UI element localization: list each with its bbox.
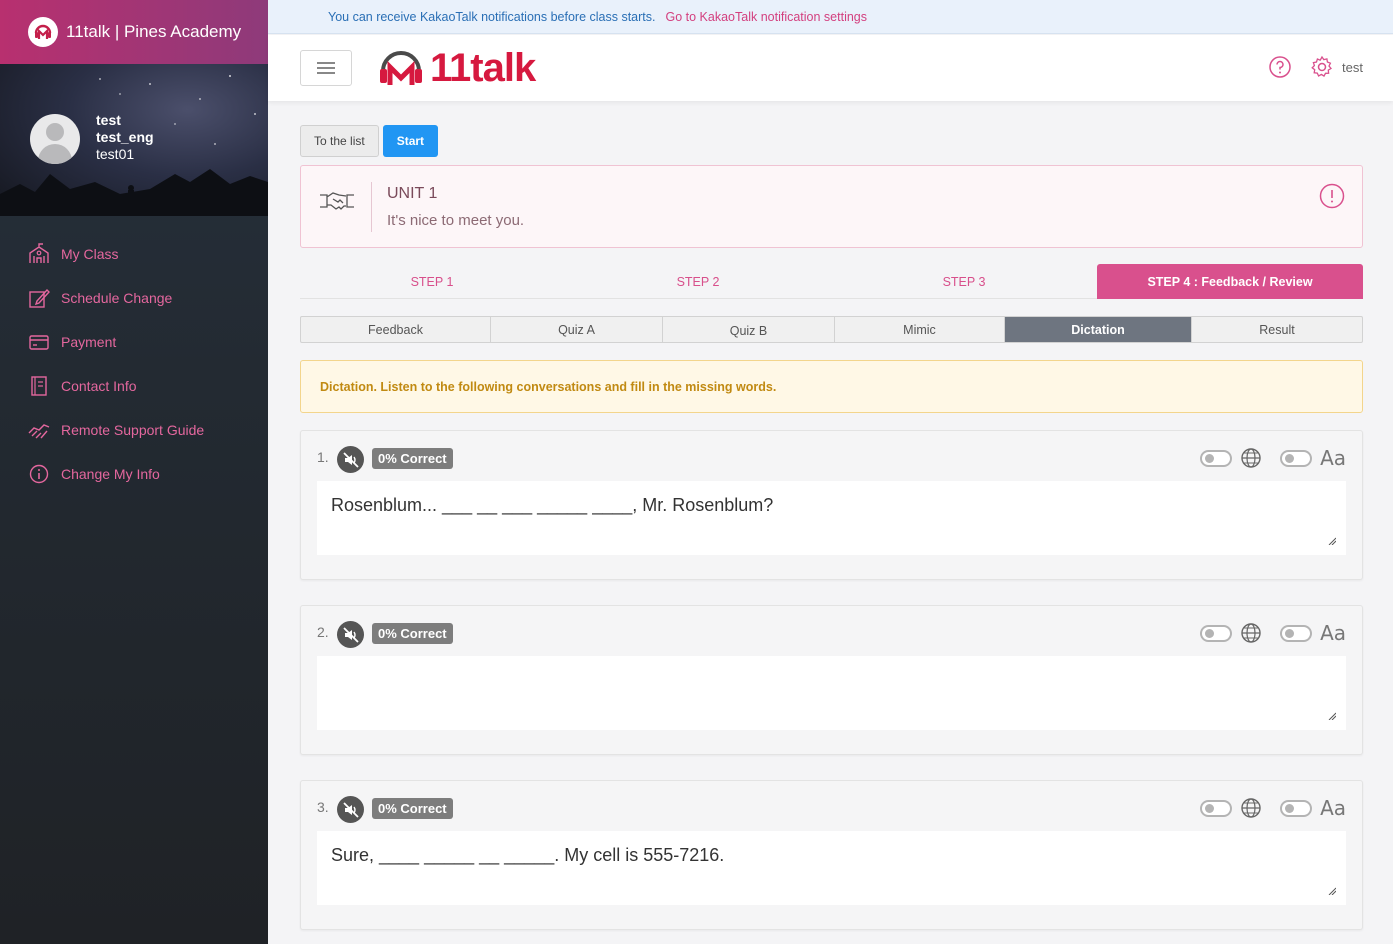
card-icon [29,335,49,350]
sidebar: 11talk | Pines Academy test test_eng tes… [0,0,268,944]
sidebar-item-remote-support[interactable]: Remote Support Guide [0,408,268,452]
text-toggle[interactable] [1280,449,1313,467]
globe-icon [1241,798,1261,818]
translation-toggle[interactable] [1200,449,1233,467]
sidebar-item-payment[interactable]: Payment [0,320,268,364]
question-card: 2. 0% Correct Aa [300,605,1363,755]
score-badge: 0% Correct [372,623,453,644]
unit-title: UNIT 1 [387,185,438,202]
edit-icon [29,288,50,308]
question-card: 1. 0% Correct Aa Rosenblum... ___ __ ___… [300,430,1363,580]
globe-icon [1241,623,1261,643]
subtab-dictation[interactable]: Dictation [1005,317,1192,342]
handshake-icon [28,424,50,439]
question-card: 3. 0% Correct Aa Sure, ____ _____ __ ___… [300,780,1363,930]
profile-id: test01 [96,146,135,162]
question-number: 1. [317,449,329,465]
question-number: 3. [317,799,329,815]
help-icon[interactable] [1268,55,1292,79]
info-icon [29,464,49,484]
tab-step-3[interactable]: STEP 3 [832,264,1096,299]
profile-eng-name: test_eng [96,129,154,145]
top-header: 11talk test [268,35,1393,101]
font-size-icon: Aa [1320,796,1346,820]
question-number: 2. [317,624,329,640]
headphone-logo-icon [380,51,422,85]
sidebar-item-my-class[interactable]: My Class [0,232,268,276]
hamburger-menu-button[interactable] [300,50,352,86]
tab-step-1[interactable]: STEP 1 [300,264,564,299]
sidebar-item-label: Payment [61,334,117,350]
answer-textarea[interactable] [317,656,1346,730]
notice-message: You can receive KakaoTalk notifications … [328,9,656,24]
font-size-icon: Aa [1320,446,1346,470]
logo-text: 11talk [430,45,536,90]
subtab-feedback[interactable]: Feedback [301,317,491,342]
text-toggle[interactable] [1280,799,1313,817]
handshake-icon [320,192,354,210]
brand-title: 11talk | Pines Academy [66,22,242,41]
main-content: To the list Start UNIT 1 It's nice to me… [300,125,1363,930]
resize-handle-icon[interactable] [1328,887,1336,895]
sidebar-item-schedule-change[interactable]: Schedule Change [0,276,268,320]
score-badge: 0% Correct [372,798,453,819]
user-settings-menu[interactable]: test [1310,55,1363,79]
sidebar-brand[interactable]: 11talk | Pines Academy [0,0,268,64]
answer-textarea[interactable]: Sure, ____ _____ __ _____. My cell is 55… [317,831,1346,905]
gear-icon [1311,55,1333,78]
font-size-icon: Aa [1320,621,1346,645]
dictation-instruction: Dictation. Listen to the following conve… [300,360,1363,413]
notice-settings-link[interactable]: Go to KakaoTalk notification settings [666,10,868,24]
subtab-mimic[interactable]: Mimic [835,317,1005,342]
username: test [1342,59,1363,75]
sidebar-item-label: Change My Info [61,466,160,482]
profile-panel: test test_eng test01 [0,64,268,216]
score-badge: 0% Correct [372,448,453,469]
tab-step-4[interactable]: STEP 4 : Feedback / Review [1097,264,1363,299]
tab-step-2[interactable]: STEP 2 [566,264,830,299]
subtab-quiz-b[interactable]: Quiz B [663,317,835,342]
sidebar-item-change-my-info[interactable]: Change My Info [0,452,268,496]
text-toggle[interactable] [1280,624,1313,642]
sidebar-item-contact-info[interactable]: Contact Info [0,364,268,408]
globe-icon [1241,448,1261,468]
resize-handle-icon[interactable] [1328,537,1336,545]
unit-header: UNIT 1 It's nice to meet you. [300,165,1363,248]
mute-audio-icon[interactable] [337,621,364,648]
kakaotalk-notice-bar: You can receive KakaoTalk notifications … [268,0,1393,34]
subtab-quiz-a[interactable]: Quiz A [491,317,663,342]
to-the-list-button[interactable]: To the list [300,125,379,157]
app-logo[interactable]: 11talk [378,45,536,91]
mute-audio-icon[interactable] [337,796,364,823]
profile-name: test [96,112,121,128]
sidebar-item-label: My Class [61,246,119,262]
sidebar-item-label: Contact Info [61,378,137,394]
subtab-result[interactable]: Result [1192,317,1362,342]
unit-subtitle: It's nice to meet you. [387,212,525,229]
resize-handle-icon[interactable] [1328,712,1336,720]
step-tabs: STEP 1 STEP 2 STEP 3 STEP 4 : Feedback /… [300,264,1363,299]
answer-textarea[interactable]: Rosenblum... ___ __ ___ _____ ____, Mr. … [317,481,1346,555]
activity-subtabs: Feedback Quiz A Quiz B Mimic Dictation R… [300,316,1363,343]
book-icon [31,376,47,396]
avatar [30,114,80,164]
sidebar-item-label: Schedule Change [61,290,173,306]
alert-icon[interactable] [1319,183,1345,209]
mute-audio-icon[interactable] [337,446,364,473]
start-button[interactable]: Start [382,125,439,157]
translation-toggle[interactable] [1200,624,1233,642]
sidebar-item-label: Remote Support Guide [61,422,205,438]
translation-toggle[interactable] [1200,799,1233,817]
school-icon [29,243,49,263]
brand-logo-icon [28,17,58,47]
sidebar-menu: My Class Schedule Change Payment Contact… [0,232,268,496]
